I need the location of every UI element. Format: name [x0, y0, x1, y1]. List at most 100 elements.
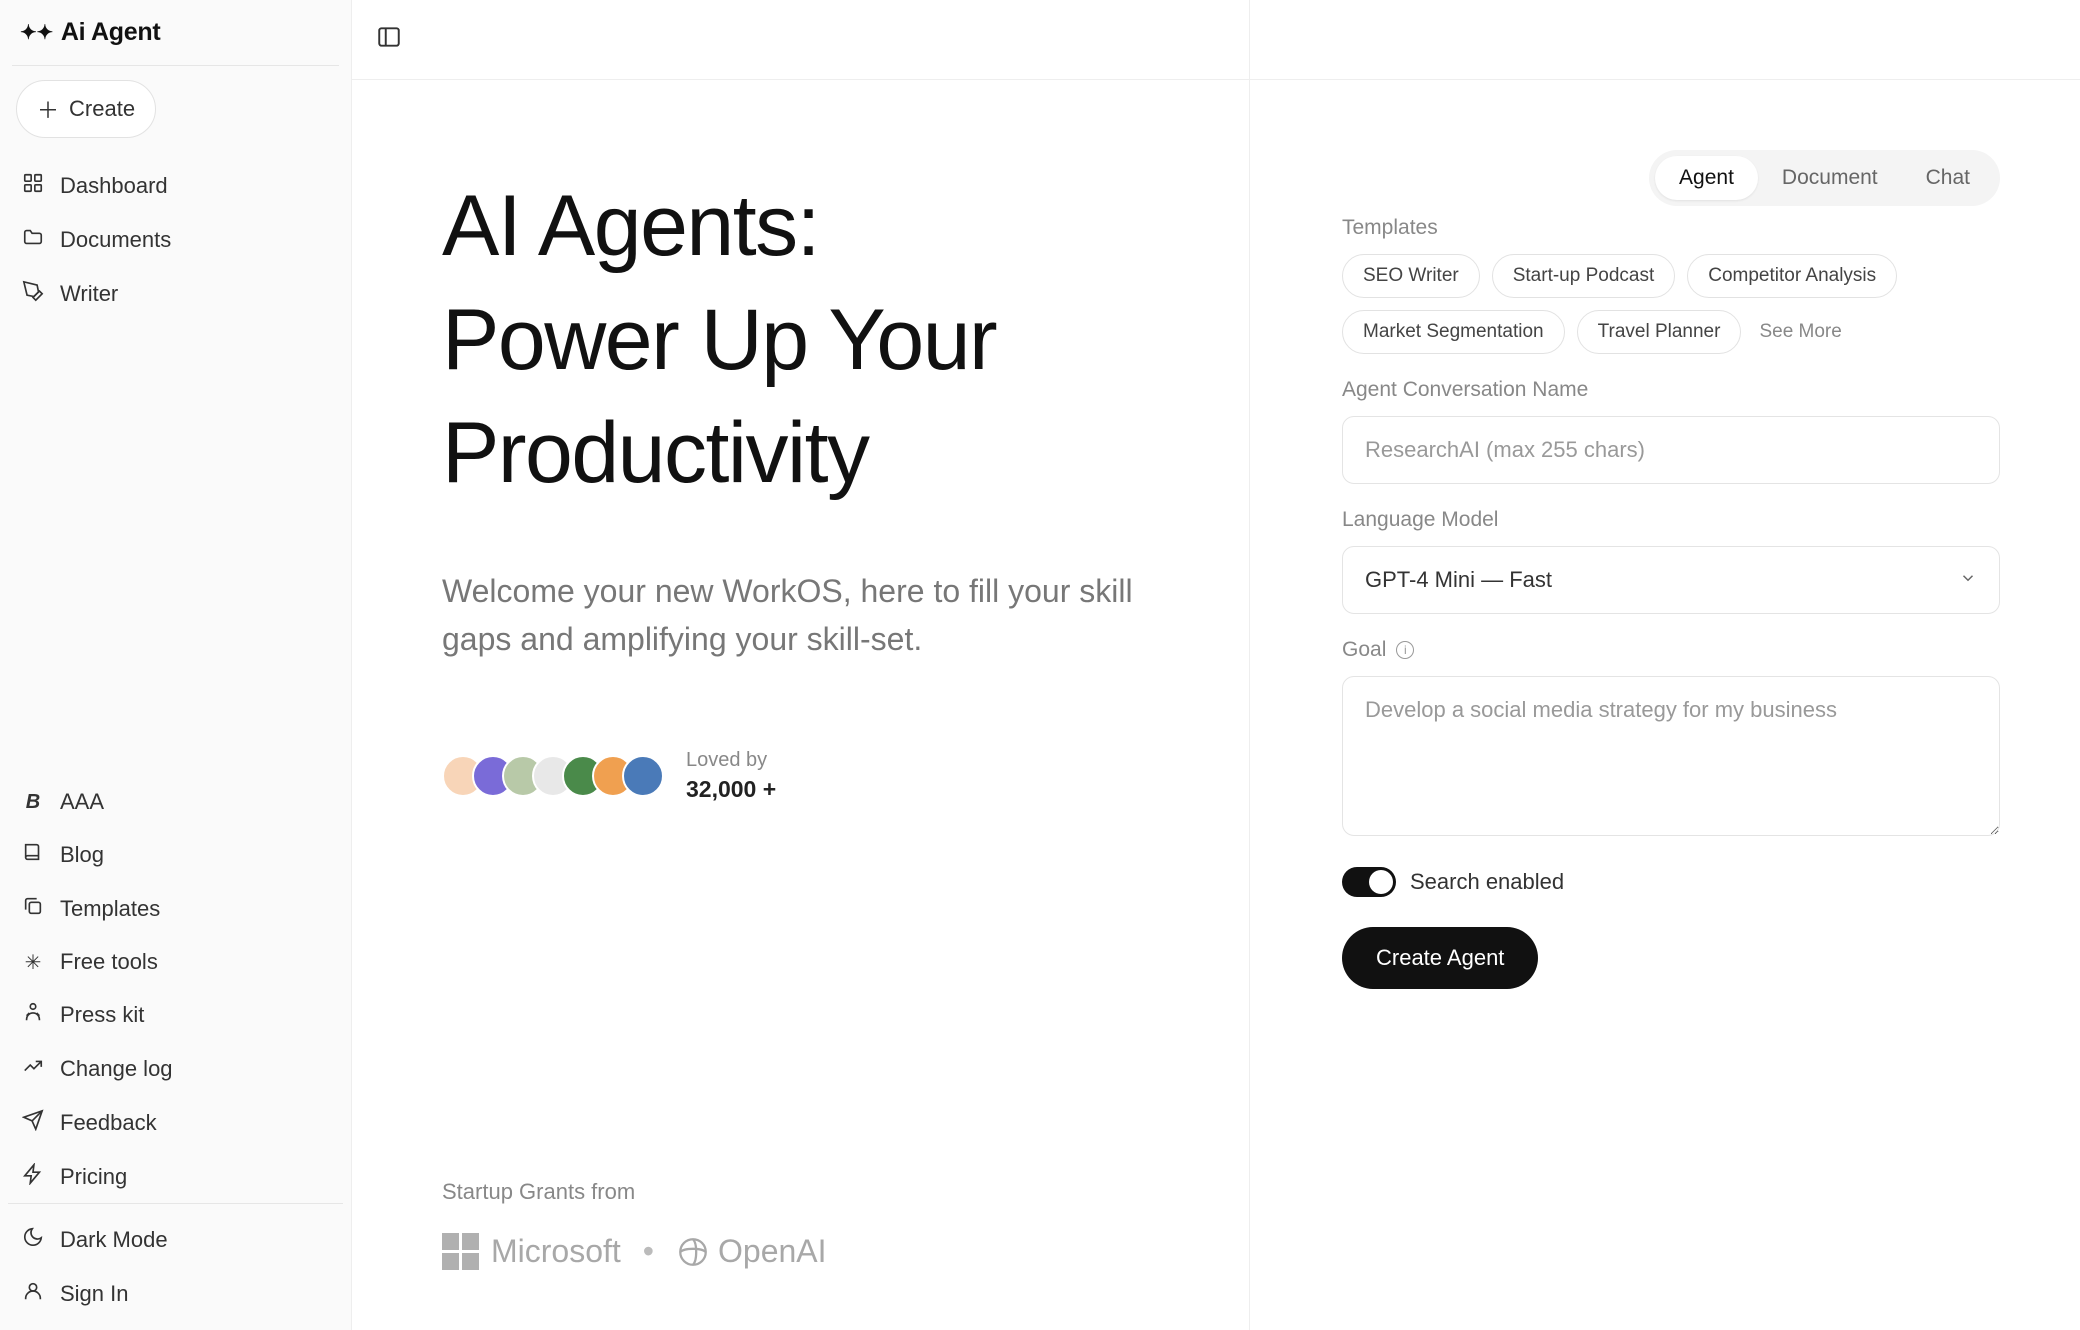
- send-icon: [22, 1109, 44, 1137]
- sidebar-item-press-kit[interactable]: Press kit: [8, 989, 343, 1041]
- trend-icon: [22, 1055, 44, 1083]
- goal-label-row: Goal i: [1342, 638, 2000, 662]
- sidebar-item-dashboard[interactable]: Dashboard: [8, 160, 343, 212]
- nav-label: Pricing: [60, 1164, 127, 1190]
- info-icon[interactable]: i: [1396, 641, 1414, 659]
- sidebar-item-templates[interactable]: Templates: [8, 883, 343, 935]
- openai-logo: OpenAI: [676, 1233, 827, 1270]
- sidebar-item-change-log[interactable]: Change log: [8, 1043, 343, 1095]
- headline-line: Productivity: [442, 405, 869, 501]
- plus-icon: ＋: [37, 93, 59, 125]
- moon-icon: [22, 1226, 44, 1254]
- tab-agent[interactable]: Agent: [1655, 156, 1758, 200]
- template-chip[interactable]: Market Segmentation: [1342, 310, 1565, 354]
- sidebar-item-blog[interactable]: Blog: [8, 829, 343, 881]
- search-toggle-row: Search enabled: [1342, 867, 2000, 897]
- pen-icon: [22, 280, 44, 308]
- sidebar-footer: Dark Mode Sign In: [8, 1203, 343, 1320]
- sparkle-icon: ✳: [22, 950, 44, 975]
- sidebar-item-free-tools[interactable]: ✳ Free tools: [8, 937, 343, 987]
- template-chip[interactable]: Competitor Analysis: [1687, 254, 1897, 298]
- template-chip[interactable]: Start-up Podcast: [1492, 254, 1676, 298]
- sidebar-item-sign-in[interactable]: Sign In: [8, 1268, 343, 1320]
- template-chips: SEO Writer Start-up PodcastCompetitor Ana…: [1342, 254, 2000, 354]
- sidebar-item-pricing[interactable]: Pricing: [8, 1151, 343, 1203]
- headline-line: AI Agents:: [442, 178, 819, 274]
- grants-label: Startup Grants from: [442, 1179, 1179, 1205]
- toggle-knob: [1369, 870, 1393, 894]
- nav-label: Templates: [60, 896, 160, 922]
- dashboard-icon: [22, 172, 44, 200]
- secondary-nav: B AAA Blog Templates ✳ Free tools Press …: [8, 777, 343, 1203]
- goal-textarea[interactable]: [1342, 676, 2000, 836]
- main-content: AI Agents: Power Up Your Productivity We…: [352, 0, 2080, 1330]
- form-section: AgentDocumentChat Templates SEO Writer St…: [1250, 0, 2080, 1330]
- nav-label: Change log: [60, 1056, 173, 1082]
- social-proof: Loved by 32,000 +: [442, 749, 1179, 803]
- nav-label: Blog: [60, 842, 104, 868]
- avatar: [622, 755, 664, 797]
- create-button[interactable]: ＋ Create: [16, 80, 156, 138]
- user-icon: [22, 1280, 44, 1308]
- tab-document[interactable]: Document: [1758, 156, 1902, 200]
- microsoft-logo: Microsoft: [442, 1233, 621, 1270]
- bolt-icon: [22, 1163, 44, 1191]
- sparkle-icon: ✦✦: [20, 23, 53, 43]
- sidebar-item-writer[interactable]: Writer: [8, 268, 343, 320]
- chevron-down-icon: [1959, 567, 1977, 593]
- brand-name: Ai Agent: [61, 18, 160, 47]
- microsoft-label: Microsoft: [491, 1233, 621, 1270]
- goal-label: Goal: [1342, 638, 1386, 662]
- model-label: Language Model: [1342, 508, 2000, 532]
- template-chip[interactable]: Travel Planner: [1577, 310, 1742, 354]
- nav-label: Dark Mode: [60, 1227, 168, 1253]
- subheading: Welcome your new WorkOS, here to fill yo…: [442, 567, 1142, 663]
- hero-section: AI Agents: Power Up Your Productivity We…: [352, 0, 1250, 1330]
- collapse-sidebar-icon[interactable]: [376, 24, 402, 55]
- see-more-link[interactable]: See More: [1753, 311, 1847, 353]
- divider: [12, 65, 339, 66]
- microsoft-icon: [442, 1233, 479, 1270]
- name-label: Agent Conversation Name: [1342, 378, 2000, 402]
- loved-count: 32,000 +: [686, 776, 776, 803]
- topbar: [352, 0, 2080, 80]
- agent-name-input[interactable]: [1342, 416, 2000, 484]
- model-value: GPT-4 Mini — Fast: [1365, 567, 1552, 593]
- grants-section: Startup Grants from Microsoft • OpenAI: [442, 1119, 1179, 1270]
- nav-label: Press kit: [60, 1002, 144, 1028]
- avatar-stack: [442, 755, 664, 797]
- nav-label: Sign In: [60, 1281, 129, 1307]
- submit-label: Create Agent: [1376, 945, 1504, 970]
- grants-logos: Microsoft • OpenAI: [442, 1233, 1179, 1270]
- templates-label: Templates: [1342, 216, 2000, 240]
- nav-label: Free tools: [60, 949, 158, 975]
- search-toggle-label: Search enabled: [1410, 869, 1564, 895]
- nav-label: AAA: [60, 789, 104, 815]
- template-chip[interactable]: SEO Writer: [1342, 254, 1480, 298]
- sidebar-item-aaa[interactable]: B AAA: [8, 777, 343, 827]
- person-icon: [22, 1001, 44, 1029]
- sidebar-item-feedback[interactable]: Feedback: [8, 1097, 343, 1149]
- page-title: AI Agents: Power Up Your Productivity: [442, 170, 1179, 511]
- nav-label: Dashboard: [60, 173, 168, 199]
- sidebar-item-documents[interactable]: Documents: [8, 214, 343, 266]
- create-agent-button[interactable]: Create Agent: [1342, 927, 1538, 989]
- tab-chat[interactable]: Chat: [1902, 156, 1994, 200]
- bitcoin-icon: B: [22, 791, 44, 814]
- create-label: Create: [69, 96, 135, 122]
- nav-label: Writer: [60, 281, 118, 307]
- headline-line: Power Up Your: [442, 292, 996, 388]
- sidebar-item-dark-mode[interactable]: Dark Mode: [8, 1214, 343, 1266]
- mode-tabs: AgentDocumentChat: [1649, 150, 2000, 206]
- nav-label: Feedback: [60, 1110, 157, 1136]
- openai-label: OpenAI: [718, 1233, 827, 1270]
- loved-text: Loved by 32,000 +: [686, 749, 776, 803]
- copy-icon: [22, 895, 44, 923]
- brand[interactable]: ✦✦ Ai Agent: [8, 10, 343, 65]
- separator-dot: •: [643, 1233, 654, 1270]
- sidebar: ✦✦ Ai Agent ＋ Create Dashboard Documents…: [0, 0, 352, 1330]
- search-toggle[interactable]: [1342, 867, 1396, 897]
- book-icon: [22, 841, 44, 869]
- folder-icon: [22, 226, 44, 254]
- model-select[interactable]: GPT-4 Mini — Fast: [1342, 546, 2000, 614]
